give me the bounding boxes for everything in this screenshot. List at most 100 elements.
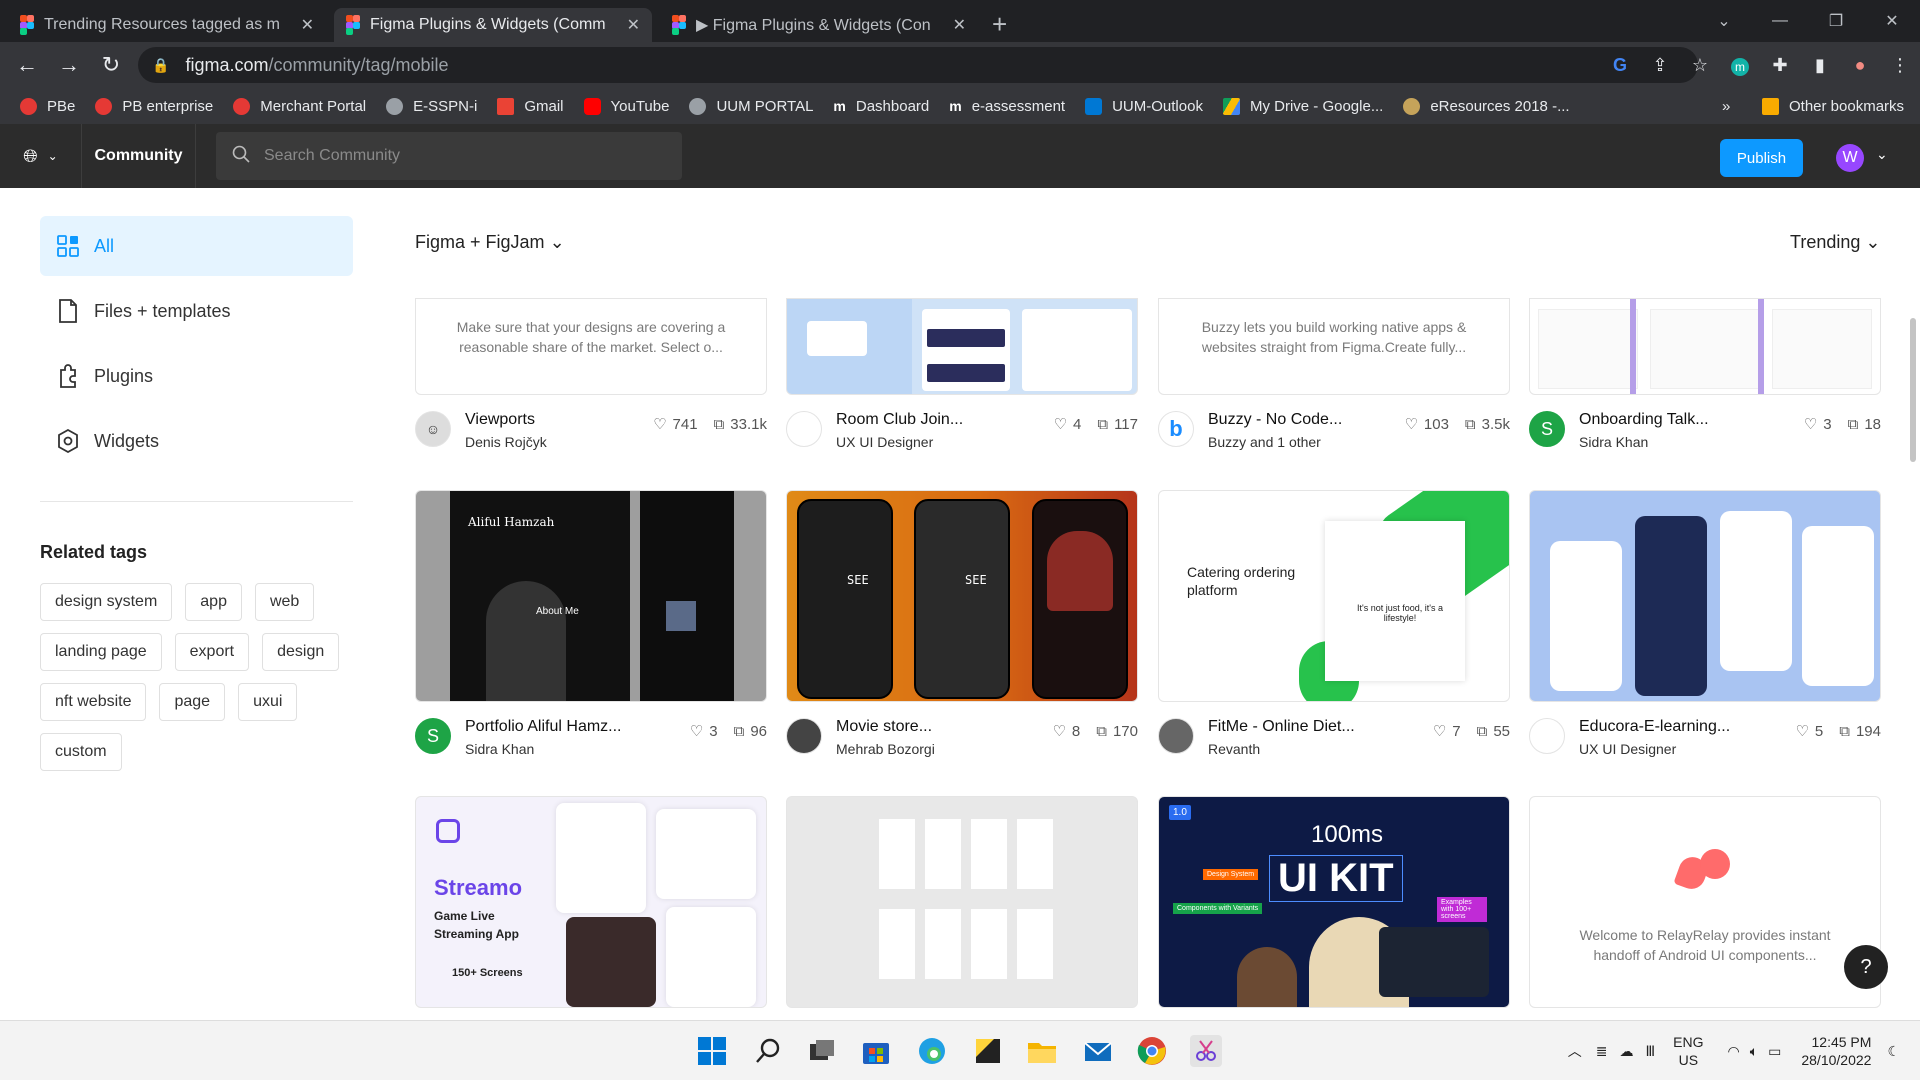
menu-kebab-icon[interactable]: ⋮ [1880, 55, 1920, 76]
card-thumbnail[interactable] [786, 298, 1138, 395]
tag-chip[interactable]: nft website [40, 683, 147, 721]
card-author[interactable]: Denis Rojčyk [465, 434, 653, 450]
resource-card[interactable]: Aliful Hamzah About Me S Portfolio Alifu… [415, 490, 767, 758]
new-tab-icon[interactable]: + [992, 8, 1007, 42]
sidebar-item-plugins[interactable]: Plugins [40, 346, 353, 406]
card-thumbnail[interactable] [1529, 490, 1881, 702]
card-thumbnail[interactable]: SEE SEE [786, 490, 1138, 702]
resource-card[interactable]: Streamo Game Live Streaming App 150+ Scr… [415, 796, 767, 1008]
lock-icon[interactable]: 🔒 [152, 57, 169, 74]
tab-search-icon[interactable]: ⌄ [1696, 11, 1752, 31]
avatar[interactable]: ☺ [415, 411, 451, 447]
like-button[interactable]: ♡ 5 [1795, 722, 1823, 741]
open-button[interactable]: ⧉ 194 [1839, 722, 1881, 740]
card-title[interactable]: Room Club Join... [836, 411, 1054, 429]
forward-icon[interactable]: → [48, 52, 90, 78]
help-button[interactable]: ? [1844, 945, 1888, 989]
tag-chip[interactable]: web [254, 583, 315, 621]
like-button[interactable]: ♡ 3 [1804, 415, 1832, 434]
community-link[interactable]: Community [82, 124, 196, 188]
browser-tab-2[interactable]: Figma Plugins & Widgets (Comm ✕ [334, 8, 652, 42]
back-icon[interactable]: ← [6, 52, 48, 78]
bookmark-gmail[interactable]: Gmail [497, 97, 564, 115]
card-author[interactable]: Revanth [1208, 741, 1433, 757]
reload-icon[interactable]: ↻ [90, 52, 132, 78]
bookmark-my-drive[interactable]: My Drive - Google... [1222, 97, 1383, 115]
wifi-icon[interactable]: ◠ [1728, 1043, 1740, 1060]
avatar[interactable]: S [415, 718, 451, 754]
like-button[interactable]: ♡ 103 [1404, 415, 1448, 434]
card-thumbnail[interactable]: Make sure that your designs are covering… [415, 298, 767, 395]
card-author[interactable]: Mehrab Bozorgi [836, 741, 1052, 757]
card-thumbnail[interactable] [786, 796, 1138, 1008]
card-title[interactable]: Onboarding Talk... [1579, 411, 1804, 429]
tag-chip[interactable]: app [185, 583, 242, 621]
volume-icon[interactable]: 🔈︎ [1750, 1043, 1758, 1060]
resource-card[interactable]: Catering ordering platform It's not just… [1158, 490, 1510, 758]
chevron-up-icon[interactable]: ︿ [1568, 1041, 1582, 1061]
open-button[interactable]: ⧉ 55 [1477, 722, 1510, 740]
maximize-icon[interactable]: ❐ [1808, 11, 1864, 31]
card-thumbnail[interactable]: Catering ordering platform It's not just… [1158, 490, 1510, 702]
clock[interactable]: 12:45 PM 28/10/2022 [1801, 1033, 1871, 1069]
card-author[interactable]: Sidra Khan [1579, 434, 1804, 450]
like-button[interactable]: ♡ 8 [1052, 722, 1080, 741]
minimize-icon[interactable]: — [1752, 12, 1808, 30]
card-author[interactable]: UX UI Designer [836, 434, 1054, 450]
card-thumbnail[interactable]: 1.0 100ms UI KIT Design System Component… [1158, 796, 1510, 1008]
edge-browser-icon[interactable] [916, 1035, 948, 1067]
sidebar-item-files[interactable]: Files + templates [40, 281, 353, 341]
product-filter-dropdown[interactable]: Figma + FigJam ⌄ [415, 232, 565, 253]
close-tab-icon[interactable]: ✕ [953, 15, 966, 35]
resource-card[interactable] [786, 796, 1138, 1008]
open-button[interactable]: ⧉ 33.1k [714, 415, 767, 433]
extensions-puzzle-icon[interactable]: ✚ [1760, 55, 1800, 76]
resource-card[interactable]: Welcome to RelayRelay provides instant h… [1529, 796, 1881, 1008]
google-icon[interactable]: G [1600, 55, 1640, 76]
windows-start-icon[interactable] [696, 1035, 728, 1067]
open-button[interactable]: ⧉ 96 [734, 722, 767, 740]
card-title[interactable]: Educora-E-learning... [1579, 718, 1795, 736]
avatar[interactable]: W [1836, 144, 1864, 172]
like-button[interactable]: ♡ 3 [690, 722, 718, 741]
avatar[interactable] [1529, 718, 1565, 754]
card-author[interactable]: Buzzy and 1 other [1208, 434, 1404, 450]
card-title[interactable]: Viewports [465, 411, 653, 429]
like-button[interactable]: ♡ 7 [1433, 722, 1461, 741]
close-window-icon[interactable]: ✕ [1864, 11, 1920, 31]
cloud-off-icon[interactable]: ☁ [1620, 1043, 1634, 1060]
bookmark-uum-outlook[interactable]: UUM-Outlook [1085, 97, 1203, 115]
more-bookmarks-icon[interactable]: » [1722, 98, 1730, 115]
card-title[interactable]: Buzzy - No Code... [1208, 411, 1404, 429]
language-indicator[interactable]: ENG US [1673, 1033, 1703, 1069]
avatar[interactable] [786, 411, 822, 447]
resource-card[interactable]: Room Club Join... UX UI Designer ♡ 4 ⧉ 117 [786, 298, 1138, 451]
bookmark-merchant-portal[interactable]: Merchant Portal [233, 97, 366, 115]
share-icon[interactable]: ⇪ [1640, 55, 1680, 76]
task-view-icon[interactable] [806, 1035, 838, 1067]
chevron-down-icon[interactable]: ⌄ [1876, 146, 1888, 163]
file-explorer-icon[interactable] [1026, 1035, 1058, 1067]
tag-chip[interactable]: design [262, 633, 340, 671]
tag-chip[interactable]: custom [40, 733, 122, 771]
tag-chip[interactable]: page [159, 683, 226, 721]
card-author[interactable]: Sidra Khan [465, 741, 690, 757]
sticky-notes-icon[interactable] [972, 1035, 1004, 1067]
tag-chip[interactable]: landing page [40, 633, 162, 671]
card-thumbnail[interactable]: Streamo Game Live Streaming App 150+ Scr… [415, 796, 767, 1008]
close-tab-icon[interactable]: ✕ [301, 15, 314, 35]
resource-card[interactable]: S Onboarding Talk... Sidra Khan ♡ 3 ⧉ 18 [1529, 298, 1881, 451]
sort-dropdown[interactable]: Trending ⌄ [1790, 232, 1880, 253]
bookmark-e-sspn-i[interactable]: E-SSPN-i [386, 97, 477, 115]
card-thumbnail[interactable]: Buzzy lets you build working native apps… [1158, 298, 1510, 395]
bookmark-e-assessment[interactable]: m e-assessment [949, 98, 1065, 115]
resource-card[interactable]: Make sure that your designs are covering… [415, 298, 767, 451]
resource-card[interactable]: Educora-E-learning... UX UI Designer ♡ 5 ⧉ 1… [1529, 490, 1881, 758]
bookmark-other[interactable]: Other bookmarks [1762, 97, 1904, 115]
open-button[interactable]: ⧉ 117 [1097, 415, 1138, 433]
search-icon[interactable] [752, 1035, 784, 1067]
bookmark-dashboard[interactable]: m Dashboard [833, 98, 929, 115]
tag-chip[interactable]: export [174, 633, 250, 671]
side-panel-icon[interactable]: ▮ [1800, 55, 1840, 76]
card-title[interactable]: Movie store... [836, 718, 1052, 736]
